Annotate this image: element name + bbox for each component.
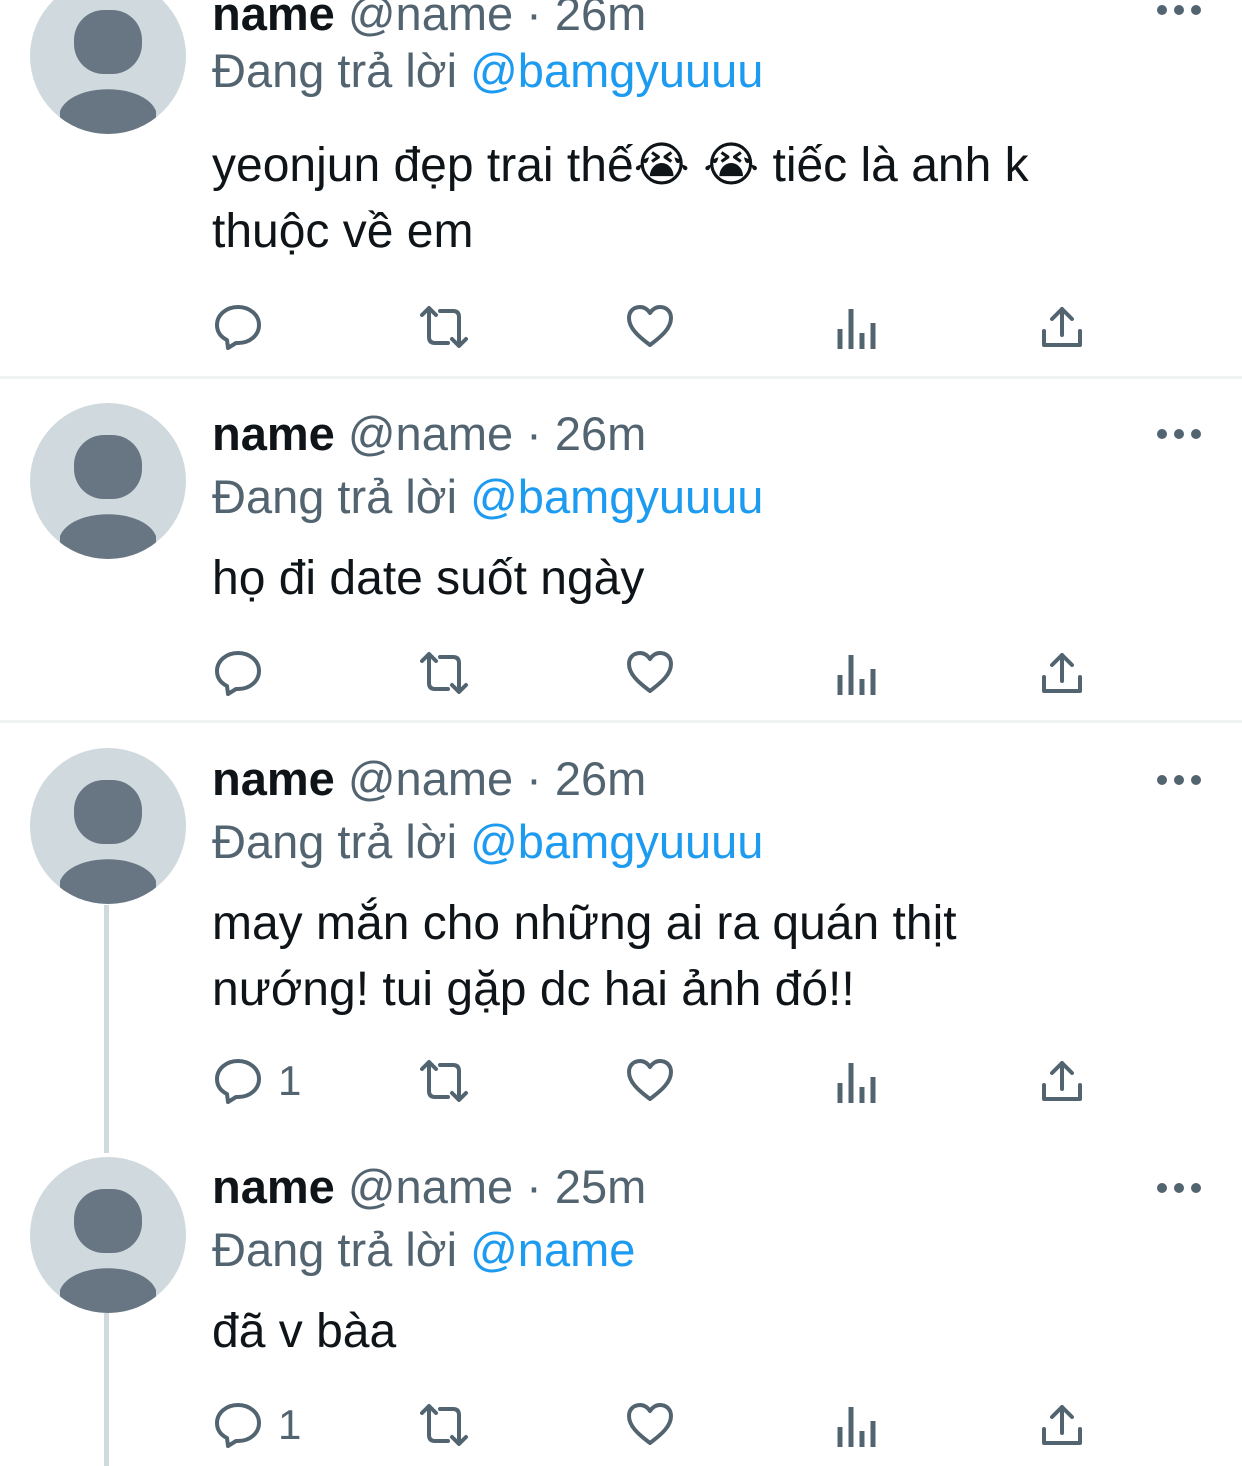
tweet[interactable]: name @name · 25m Đang trả lời @name đã v…: [0, 1140, 1242, 1466]
action-bar: 1: [212, 1054, 1112, 1108]
handle-time: @name · 26m: [347, 0, 647, 40]
action-bar: 1: [212, 1398, 1112, 1452]
tweet-text: đã v bàa: [212, 1299, 1202, 1365]
reply-icon: [215, 305, 261, 350]
retweet-icon: [420, 1060, 468, 1102]
divider: [0, 720, 1242, 723]
avatar-icon: [60, 435, 156, 559]
display-name[interactable]: name: [212, 407, 335, 460]
like-icon: [627, 651, 673, 693]
share-button[interactable]: [1040, 300, 1084, 354]
replying-to: Đang trả lời @bamgyuuuu: [212, 43, 763, 99]
replying-to-label: Đang trả lời: [212, 470, 458, 523]
like-button[interactable]: [626, 646, 674, 700]
like-button[interactable]: [626, 1398, 674, 1452]
tweet-text-line: thuộc về em: [212, 205, 474, 258]
retweet-button[interactable]: [416, 1398, 472, 1452]
replying-to-handle[interactable]: @bamgyuuuu: [470, 470, 763, 523]
display-name[interactable]: name: [212, 752, 335, 805]
replying-to: Đang trả lời @name: [212, 1222, 635, 1278]
action-bar: [212, 646, 1112, 700]
share-icon: [1042, 307, 1082, 347]
reply-button[interactable]: [212, 646, 278, 700]
display-name[interactable]: name: [212, 0, 335, 40]
reply-icon: [215, 651, 261, 696]
reply-count: 1: [278, 1401, 302, 1448]
reply-button[interactable]: 1: [212, 1398, 301, 1452]
divider: [0, 376, 1242, 379]
tweet-text: họ đi date suốt ngày: [212, 546, 1202, 612]
retweet-button[interactable]: [416, 300, 472, 354]
replying-to-label: Đang trả lời: [212, 44, 458, 97]
handle-time: @name · 26m: [347, 407, 647, 460]
tweet[interactable]: name @name · 26m Đang trả lời @bamgyuuuu…: [0, 724, 1242, 1140]
like-button[interactable]: [626, 1054, 674, 1108]
tweet[interactable]: name @name · 26m Đang trả lời @bamgyuuuu…: [0, 0, 1242, 378]
like-icon: [627, 305, 673, 347]
views-icon: [837, 1063, 876, 1103]
more-icon[interactable]: [1154, 772, 1204, 788]
tweet-text-line: đã v bàa: [212, 1305, 397, 1358]
display-name[interactable]: name: [212, 1160, 335, 1213]
share-icon: [1042, 1405, 1082, 1445]
replying-to-handle[interactable]: @name: [470, 1223, 635, 1276]
action-bar: [212, 300, 1112, 354]
more-icon[interactable]: [1154, 426, 1204, 442]
tweet-text-line: nướng! tui gặp dc hai ảnh đó!!: [212, 963, 855, 1016]
replying-to: Đang trả lời @bamgyuuuu: [212, 469, 763, 525]
replying-to-handle[interactable]: @bamgyuuuu: [470, 44, 763, 97]
views-button[interactable]: [836, 646, 876, 700]
share-icon: [1042, 1061, 1082, 1101]
reply-button[interactable]: 1: [212, 1054, 301, 1108]
reply-button[interactable]: [212, 300, 278, 354]
share-button[interactable]: [1040, 646, 1084, 700]
more-icon[interactable]: [1154, 1180, 1204, 1196]
views-button[interactable]: [836, 1054, 876, 1108]
avatar-icon: [60, 1189, 156, 1313]
reply-count: 1: [278, 1057, 302, 1104]
views-button[interactable]: [836, 1398, 876, 1452]
retweet-icon: [420, 306, 468, 348]
retweet-button[interactable]: [416, 1054, 472, 1108]
views-icon: [837, 655, 876, 695]
replying-to-label: Đang trả lời: [212, 1223, 458, 1276]
like-button[interactable]: [626, 300, 674, 354]
handle-time: @name · 25m: [347, 1160, 647, 1213]
tweet-text: yeonjun đẹp trai thế😭 😭 tiếc là anh k th…: [212, 133, 1202, 265]
avatar[interactable]: [30, 1157, 186, 1313]
like-icon: [627, 1403, 673, 1445]
replying-to-handle[interactable]: @bamgyuuuu: [470, 815, 763, 868]
reply-icon: [215, 1059, 261, 1104]
handle-time: @name · 26m: [347, 752, 647, 805]
share-icon: [1042, 653, 1082, 693]
retweet-icon: [420, 1404, 468, 1446]
tweet-header: name @name · 25m: [212, 1159, 646, 1215]
avatar-icon: [60, 780, 156, 904]
tweet-text-line: yeonjun đẹp trai thế😭 😭 tiếc là anh k: [212, 139, 1029, 192]
share-button[interactable]: [1040, 1054, 1084, 1108]
tweet[interactable]: name @name · 26m Đang trả lời @bamgyuuuu…: [0, 380, 1242, 722]
avatar-icon: [60, 10, 156, 134]
retweet-icon: [420, 652, 468, 694]
tweet-text-line: họ đi date suốt ngày: [212, 552, 645, 605]
tweet-header: name @name · 26m: [212, 751, 646, 807]
avatar[interactable]: [30, 748, 186, 904]
tweet-header: name @name · 26m: [212, 406, 646, 462]
tweet-text: may mắn cho những ai ra quán thịt nướng!…: [212, 891, 1202, 1023]
share-button[interactable]: [1040, 1398, 1084, 1452]
tweet-text-line: may mắn cho những ai ra quán thịt: [212, 897, 957, 950]
tweet-header: name @name · 26m: [212, 0, 646, 42]
more-icon[interactable]: [1154, 2, 1204, 18]
reply-icon: [215, 1403, 261, 1448]
views-icon: [837, 1407, 876, 1447]
avatar[interactable]: [30, 0, 186, 134]
views-button[interactable]: [836, 300, 876, 354]
replying-to: Đang trả lời @bamgyuuuu: [212, 814, 763, 870]
avatar[interactable]: [30, 403, 186, 559]
replying-to-label: Đang trả lời: [212, 815, 458, 868]
views-icon: [837, 309, 876, 349]
retweet-button[interactable]: [416, 646, 472, 700]
like-icon: [627, 1059, 673, 1101]
